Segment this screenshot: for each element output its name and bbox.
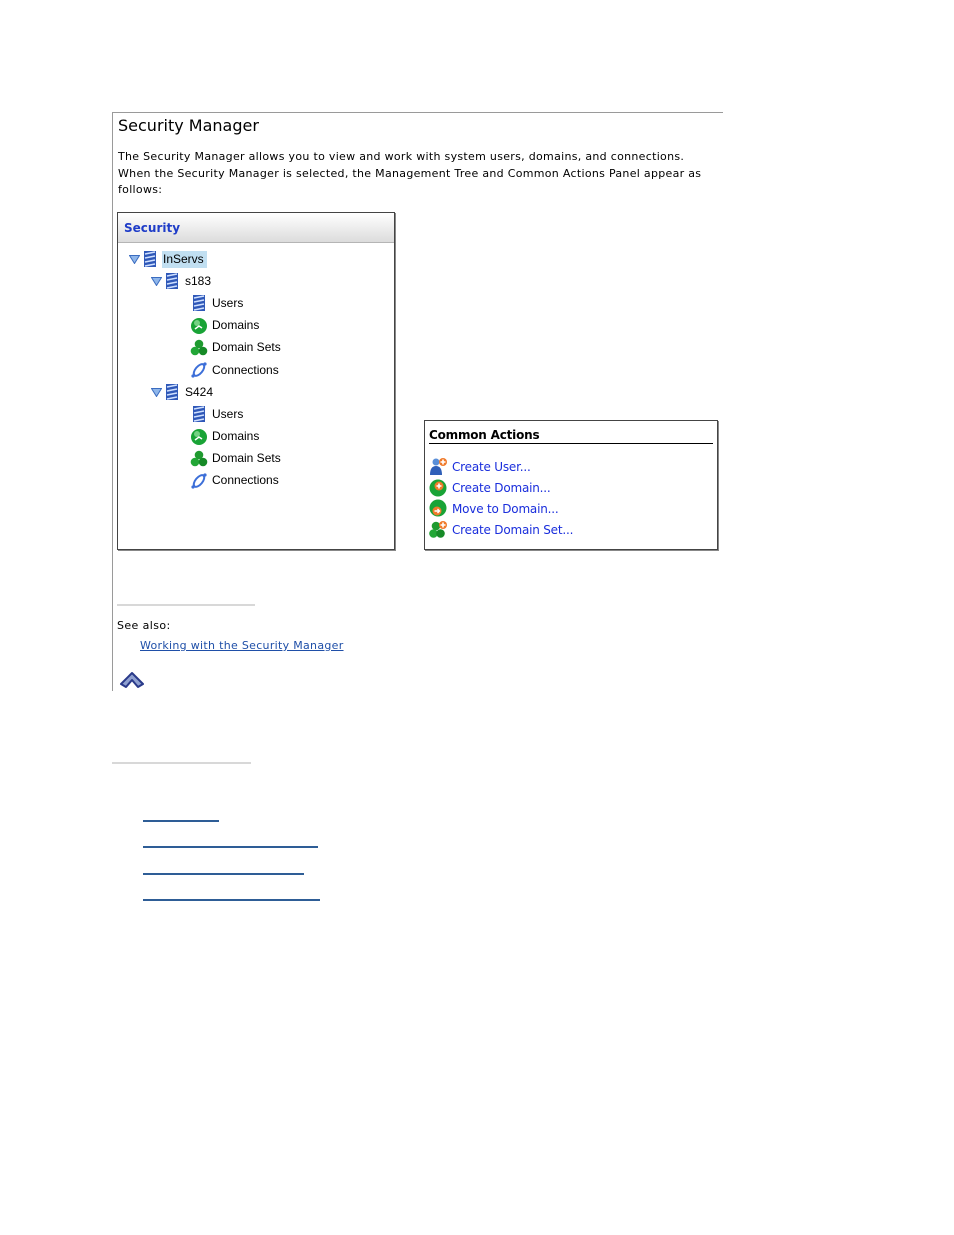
back-to-top-icon[interactable] xyxy=(119,669,145,689)
see-also-label: See also: xyxy=(117,619,171,632)
tree-node-label: Domain Sets xyxy=(212,451,281,466)
create-domain-set-link[interactable]: Create Domain Set... xyxy=(429,519,717,540)
tree-node-domains[interactable]: Domains xyxy=(118,426,394,448)
tree-node-domains[interactable]: Domains xyxy=(118,315,394,337)
storage-system-icon xyxy=(141,250,159,268)
tree-node-s183[interactable]: s183 xyxy=(118,270,394,292)
action-label: Create Domain... xyxy=(452,480,551,495)
help-topic-frame: Security Manager The Security Manager al… xyxy=(112,112,723,691)
tree-node-connections[interactable]: Connections xyxy=(118,359,394,381)
tree-node-label: InServs xyxy=(162,250,207,268)
connection-link-icon xyxy=(190,361,208,379)
tree-node-label: Domains xyxy=(212,429,260,444)
tree-node-label: S424 xyxy=(185,384,214,399)
tree-node-inservs[interactable]: InServs xyxy=(118,248,394,270)
expand-triangle-icon[interactable] xyxy=(149,276,163,286)
page-title: Security Manager xyxy=(118,116,259,135)
action-label: Create Domain Set... xyxy=(452,522,574,537)
divider xyxy=(117,604,255,606)
intro-paragraph: The Security Manager allows you to view … xyxy=(118,150,702,196)
create-domain-link[interactable]: Create Domain... xyxy=(429,477,717,498)
tree-node-label: Domains xyxy=(212,318,260,333)
create-domain-set-icon xyxy=(429,520,448,539)
tree-node-users[interactable]: Users xyxy=(118,403,394,425)
tree-node-label: Users xyxy=(212,295,244,310)
tree-node-connections[interactable]: Connections xyxy=(118,470,394,492)
tree-node-label: s183 xyxy=(185,273,212,288)
management-tree-panel: Security InServs s183 Users Domains Doma… xyxy=(117,212,395,550)
domain-globe-icon xyxy=(190,317,208,335)
users-icon xyxy=(190,294,208,312)
tree-node-label: Connections xyxy=(212,362,279,377)
management-tree: InServs s183 Users Domains Domain Sets C… xyxy=(118,243,394,492)
tree-node-domain-sets[interactable]: Domain Sets xyxy=(118,448,394,470)
domain-sets-icon xyxy=(190,339,208,357)
storage-system-icon xyxy=(163,383,181,401)
common-actions-panel: Common Actions Create User... Create Dom… xyxy=(424,420,718,550)
expand-triangle-icon[interactable] xyxy=(127,254,141,264)
tree-node-label: Connections xyxy=(212,473,279,488)
link-underline[interactable] xyxy=(143,873,304,875)
tree-node-s424[interactable]: S424 xyxy=(118,381,394,403)
domain-sets-icon xyxy=(190,450,208,468)
link-underline[interactable] xyxy=(143,820,219,822)
link-underline[interactable] xyxy=(143,846,318,848)
tree-node-users[interactable]: Users xyxy=(118,292,394,314)
move-to-domain-link[interactable]: Move to Domain... xyxy=(429,498,717,519)
create-user-link[interactable]: Create User... xyxy=(429,456,717,477)
users-icon xyxy=(190,405,208,423)
create-user-icon xyxy=(429,457,448,476)
link-underline[interactable] xyxy=(143,899,320,901)
domain-globe-icon xyxy=(190,428,208,446)
connection-link-icon xyxy=(190,472,208,490)
create-domain-icon xyxy=(429,478,448,497)
tree-node-domain-sets[interactable]: Domain Sets xyxy=(118,337,394,359)
divider xyxy=(112,762,251,764)
tree-panel-header: Security xyxy=(118,213,394,243)
tree-node-label: Domain Sets xyxy=(212,340,281,355)
action-label: Create User... xyxy=(452,459,531,474)
common-actions-list: Create User... Create Domain... Move to … xyxy=(425,456,717,540)
storage-system-icon xyxy=(163,272,181,290)
expand-triangle-icon[interactable] xyxy=(149,387,163,397)
tree-node-label: Users xyxy=(212,406,244,421)
see-also-link[interactable]: Working with the Security Manager xyxy=(140,639,344,652)
common-actions-title: Common Actions xyxy=(429,428,713,444)
move-to-domain-icon xyxy=(429,499,448,518)
action-label: Move to Domain... xyxy=(452,501,559,516)
